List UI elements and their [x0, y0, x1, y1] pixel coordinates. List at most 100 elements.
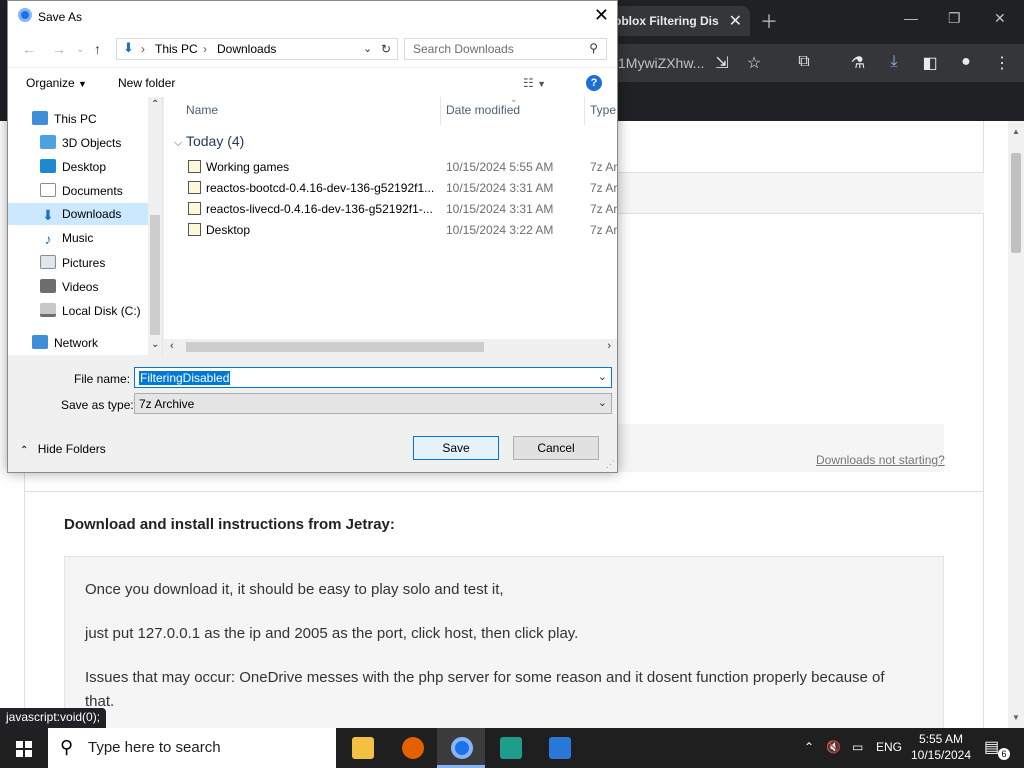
column-header-name[interactable]: Name: [186, 103, 218, 117]
nav-item-label: Network: [54, 336, 99, 350]
address-dropdown-icon[interactable]: ⌄: [363, 42, 372, 55]
labs-flask-icon[interactable]: ⚗: [848, 53, 868, 73]
breadcrumb-downloads[interactable]: Downloads: [217, 42, 276, 56]
network-icon: [32, 335, 48, 349]
install-app-icon[interactable]: ⇲: [712, 53, 732, 73]
chevron-down-icon[interactable]: ⌄: [598, 370, 607, 383]
restore-icon[interactable]: ❐: [948, 10, 961, 27]
side-panel-icon[interactable]: ◧: [920, 53, 940, 73]
nav-item-local-disk[interactable]: Local Disk (C:): [8, 299, 148, 321]
forward-arrow-icon[interactable]: →: [52, 41, 66, 57]
group-label: Today (4): [185, 133, 245, 149]
address-bar-text[interactable]: 1MywiZXhw...: [618, 55, 704, 71]
notifications-icon[interactable]: ▤: [984, 737, 999, 757]
nav-item-3d-objects[interactable]: 3D Objects: [8, 131, 148, 153]
menu-dots-icon[interactable]: ⋮: [992, 53, 1012, 73]
column-header-date[interactable]: Date modified: [446, 103, 520, 117]
bookmark-star-icon[interactable]: ☆: [744, 53, 764, 73]
page-scrollbar[interactable]: ▲ ▼: [1008, 121, 1024, 728]
new-tab-icon[interactable]: ＋: [760, 8, 778, 34]
app-taskbar-app[interactable]: [535, 728, 583, 768]
start-button[interactable]: [0, 728, 48, 768]
new-folder-button[interactable]: New folder: [118, 76, 175, 90]
nav-scrollbar-thumb[interactable]: [150, 215, 160, 335]
browser-tab-active[interactable]: oblox Filtering Dis ✕: [600, 6, 750, 36]
taskbar-search-input[interactable]: ⚲ Type here to search: [48, 728, 336, 768]
file-explorer-taskbar-app[interactable]: [338, 728, 386, 768]
nav-item-videos[interactable]: Videos: [8, 275, 148, 297]
file-date: 10/15/2024 5:55 AM: [446, 160, 554, 174]
refresh-icon[interactable]: ↻: [381, 42, 391, 56]
scrollbar-thumb[interactable]: [1011, 153, 1021, 253]
nav-item-music[interactable]: ♪ Music: [8, 227, 148, 249]
file-list-hscrollbar[interactable]: ‹ ›: [164, 339, 617, 355]
breadcrumb-this-pc[interactable]: This PC: [155, 42, 198, 56]
nav-item-documents[interactable]: Documents: [8, 179, 148, 201]
column-divider[interactable]: [584, 97, 585, 125]
profile-avatar-icon[interactable]: ●: [956, 53, 976, 73]
volume-muted-icon[interactable]: 🔇: [826, 740, 841, 754]
tray-overflow-icon[interactable]: ⌃: [804, 740, 814, 754]
save-button[interactable]: Save: [413, 436, 499, 460]
nav-item-this-pc[interactable]: This PC: [8, 107, 148, 129]
group-header-today[interactable]: ⌵ Today (4): [174, 133, 244, 150]
scroll-down-icon[interactable]: ▼: [1012, 713, 1020, 722]
help-icon[interactable]: ?: [586, 75, 602, 91]
downloads-not-starting-link[interactable]: Downloads not starting?: [816, 453, 945, 467]
cancel-button[interactable]: Cancel: [513, 436, 599, 460]
dialog-close-icon[interactable]: ✕: [594, 5, 609, 26]
language-indicator[interactable]: ENG: [876, 740, 902, 754]
nav-item-network[interactable]: Network: [8, 331, 148, 353]
file-row[interactable]: reactos-livecd-0.4.16-dev-136-g52192f1-.…: [184, 199, 617, 220]
resize-grip-icon[interactable]: ⋰: [606, 459, 615, 470]
chevron-down-icon: ⌄: [597, 397, 607, 409]
extensions-icon[interactable]: ⧉: [794, 53, 814, 73]
visual-studio-taskbar-app[interactable]: [486, 728, 534, 768]
music-icon: ♪: [44, 231, 52, 247]
navigation-pane: This PC 3D Objects Desktop Documents ⬇ Do…: [8, 97, 163, 355]
scroll-left-icon[interactable]: ‹: [170, 340, 174, 352]
up-arrow-icon[interactable]: ↑: [94, 41, 101, 57]
hscrollbar-thumb[interactable]: [186, 342, 484, 352]
nav-item-label: 3D Objects: [62, 136, 122, 150]
network-icon[interactable]: ▭: [852, 740, 863, 754]
nav-item-pictures[interactable]: Pictures: [8, 251, 148, 273]
desktop-icon: [40, 159, 56, 173]
hide-folders-button[interactable]: ⌃ Hide Folders: [20, 442, 106, 456]
app-logo-icon: [500, 737, 522, 759]
downloads-icon[interactable]: ⤓: [884, 53, 904, 73]
scroll-up-icon[interactable]: ▲: [1012, 127, 1020, 136]
minimize-icon[interactable]: —: [904, 10, 918, 26]
window-close-icon[interactable]: ✕: [994, 10, 1006, 27]
tab-close-icon[interactable]: ✕: [729, 11, 742, 31]
firefox-taskbar-app[interactable]: [388, 728, 436, 768]
scroll-right-icon[interactable]: ›: [607, 340, 611, 352]
nav-item-label: Local Disk (C:): [62, 304, 141, 318]
file-date: 10/15/2024 3:22 AM: [446, 223, 554, 237]
organize-button[interactable]: Organize ▼: [26, 76, 87, 90]
recent-chevron-icon[interactable]: ⌄: [76, 44, 84, 55]
file-name-label: File name:: [74, 372, 131, 386]
nav-item-downloads[interactable]: ⬇ Downloads: [8, 203, 148, 225]
instruction-line: just put 127.0.0.1 as the ip and 2005 as…: [85, 625, 579, 642]
save-as-type-select[interactable]: 7z Archive ⌄: [134, 393, 612, 414]
file-name-input[interactable]: FilteringDisabled ⌄: [134, 367, 612, 388]
file-type: 7z Ar: [590, 160, 617, 174]
scroll-up-icon[interactable]: ⌃: [151, 99, 159, 110]
nav-pane-scrollbar[interactable]: ⌃ ⌄: [148, 97, 162, 355]
clock[interactable]: 5:55 AM 10/15/2024: [910, 731, 972, 763]
back-arrow-icon[interactable]: ←: [22, 41, 36, 57]
file-row[interactable]: reactos-bootcd-0.4.16-dev-136-g52192f1..…: [184, 178, 617, 199]
nav-item-desktop[interactable]: Desktop: [8, 155, 148, 177]
file-row[interactable]: Working games 10/15/2024 5:55 AM 7z Ar: [184, 157, 617, 178]
nav-item-label: Pictures: [62, 256, 106, 270]
file-row[interactable]: Desktop 10/15/2024 3:22 AM 7z Ar: [184, 220, 617, 241]
chrome-taskbar-app[interactable]: [437, 728, 485, 768]
view-options-icon[interactable]: ☷ ▼: [523, 76, 546, 90]
scroll-down-icon[interactable]: ⌄: [151, 339, 159, 350]
column-divider[interactable]: [440, 97, 441, 125]
address-bar[interactable]: ⬇ › This PC › Downloads ⌄ ↻: [116, 38, 398, 60]
search-downloads-input[interactable]: Search Downloads ⚲: [404, 38, 607, 60]
column-header-type[interactable]: Type: [590, 103, 616, 117]
dialog-navbar: ← → ⌄ ↑ ⬇ › This PC › Downloads ⌄ ↻ Sear…: [8, 33, 617, 67]
